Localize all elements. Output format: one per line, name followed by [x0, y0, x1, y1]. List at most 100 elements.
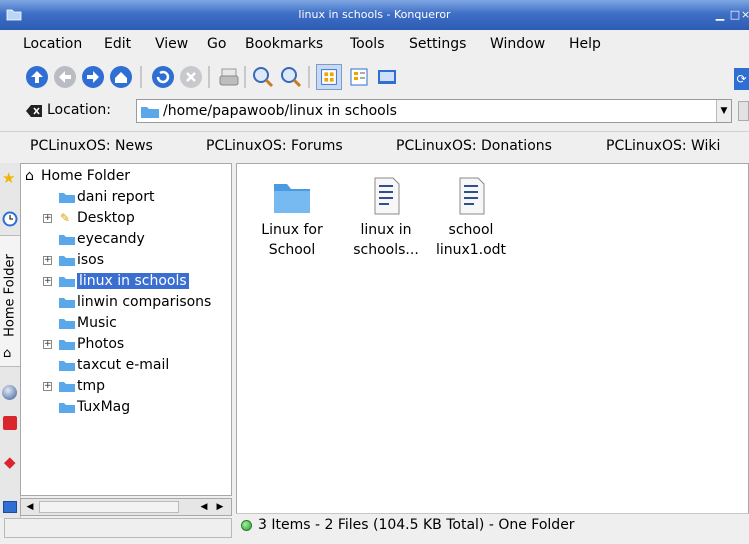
location-input[interactable]: /home/papawoob/linux in schools ▼: [136, 99, 732, 123]
folder-open-icon: [59, 277, 75, 287]
zoom-in-icon[interactable]: [250, 64, 276, 90]
desktop-icon: ✎: [60, 211, 71, 225]
tree-item-selected[interactable]: + linux in schools: [43, 271, 189, 292]
document-icon: [374, 177, 400, 215]
preview-icon[interactable]: [374, 64, 400, 90]
stop-icon[interactable]: [178, 64, 204, 90]
toolbar-separator: [308, 66, 310, 88]
location-bar: Location: /home/papawoob/linux in school…: [0, 96, 749, 128]
menu-go[interactable]: Go: [207, 36, 226, 52]
folder-icon: [59, 361, 75, 371]
toolbar-separator: [208, 66, 210, 88]
scroll-right-icon[interactable]: ▶: [213, 500, 227, 514]
folder-icon: [59, 319, 75, 329]
folder-icon: [59, 340, 75, 350]
toolbar-separator: [140, 66, 142, 88]
tree-item[interactable]: taxcut e-mail: [59, 355, 169, 376]
up-arrow-icon[interactable]: [24, 64, 50, 90]
folder-tree[interactable]: ⌂ Home Folder dani report + ✎ Desktop ey…: [20, 163, 232, 496]
scroll-left-icon[interactable]: ◀: [197, 500, 211, 514]
menu-help[interactable]: Help: [569, 36, 601, 52]
document-icon: [459, 177, 485, 215]
location-label: Location:: [47, 102, 111, 118]
bookmark-donations[interactable]: PCLinuxOS: Donations: [396, 138, 552, 154]
tab-home-folder-label: Home Folder: [2, 254, 18, 337]
go-button[interactable]: [738, 101, 749, 121]
tab-home-folder[interactable]: Home Folder ⌂: [0, 235, 20, 367]
network-icon[interactable]: [2, 385, 17, 400]
folder-icon: [59, 193, 75, 203]
home-icon: ⌂: [3, 346, 12, 361]
bookmarks-star-icon[interactable]: ★: [2, 169, 15, 187]
menu-window[interactable]: Window: [490, 36, 545, 52]
status-text: 3 Items - 2 Files (104.5 KB Total) - One…: [258, 517, 575, 533]
folder-icon: [141, 107, 159, 118]
title-bar[interactable]: linux in schools - Konqueror ▁ □ ×: [0, 0, 749, 30]
expand-plus-icon[interactable]: +: [43, 340, 52, 349]
reload-icon[interactable]: [150, 64, 176, 90]
tree-item[interactable]: linwin comparisons: [59, 292, 211, 313]
services-icon[interactable]: [3, 416, 17, 430]
home-icon: ⌂: [25, 168, 34, 184]
folder-icon: [59, 235, 75, 245]
file-item-document[interactable]: school linux1.odt: [429, 176, 513, 260]
file-view[interactable]: Linux for School linux in schools... sch…: [236, 163, 749, 535]
forward-arrow-icon[interactable]: [80, 64, 106, 90]
tree-item[interactable]: + ✎ Desktop: [43, 208, 135, 229]
expand-plus-icon[interactable]: +: [43, 214, 52, 223]
folder-icon: [274, 184, 310, 213]
file-item-document[interactable]: linux in schools...: [344, 176, 428, 260]
menu-settings[interactable]: Settings: [409, 36, 466, 52]
tree-item[interactable]: eyecandy: [59, 229, 145, 250]
minimize-icon[interactable]: ▁: [713, 8, 727, 21]
history-clock-icon[interactable]: [2, 211, 18, 227]
scrollbar-thumb[interactable]: [39, 501, 179, 513]
tree-item[interactable]: + isos: [43, 250, 104, 271]
menu-location[interactable]: Location: [23, 36, 82, 52]
menu-bar: Location Edit View Go Bookmarks Tools Se…: [0, 31, 749, 59]
tree-item[interactable]: dani report: [59, 187, 154, 208]
tree-item[interactable]: + Photos: [43, 334, 124, 355]
menu-view[interactable]: View: [155, 36, 188, 52]
expand-plus-icon[interactable]: +: [43, 256, 52, 265]
tree-item[interactable]: TuxMag: [59, 397, 130, 418]
sidebar-config-icon[interactable]: [3, 501, 17, 513]
home-icon[interactable]: [108, 64, 134, 90]
location-dropdown-chevron-down-icon[interactable]: ▼: [716, 100, 731, 122]
window-title: linux in schools - Konqueror: [298, 8, 451, 21]
detail-view-icon[interactable]: [346, 64, 372, 90]
maximize-icon[interactable]: □: [728, 8, 742, 21]
toolbar-separator: [244, 66, 246, 88]
folder-icon: [59, 256, 75, 266]
menu-bookmarks[interactable]: Bookmarks: [245, 36, 323, 52]
menu-edit[interactable]: Edit: [104, 36, 131, 52]
menu-tools[interactable]: Tools: [350, 36, 385, 52]
folder-icon: [59, 403, 75, 413]
expand-plus-icon[interactable]: +: [43, 382, 52, 391]
tree-item[interactable]: + tmp: [43, 376, 105, 397]
tree-horizontal-scrollbar[interactable]: ◀ ◀ ▶: [20, 498, 232, 516]
main-toolbar: ⟳: [0, 60, 749, 96]
expand-plus-icon[interactable]: +: [43, 277, 52, 286]
sidebar-status-area: [4, 518, 232, 538]
tree-item[interactable]: Music: [59, 313, 117, 334]
bookmark-news[interactable]: PCLinuxOS: News: [30, 138, 153, 154]
close-icon[interactable]: ×: [741, 8, 749, 21]
file-item-folder[interactable]: Linux for School: [250, 176, 334, 260]
folder-icon: [59, 298, 75, 308]
konqueror-throbber-icon[interactable]: ⟳: [734, 68, 749, 90]
scroll-left-icon[interactable]: ◀: [23, 500, 37, 514]
tree-root[interactable]: ⌂ Home Folder: [23, 166, 130, 187]
sidebar-pin-icon[interactable]: ◆: [4, 453, 16, 471]
print-icon[interactable]: [216, 64, 242, 90]
clear-location-icon[interactable]: [26, 105, 42, 117]
folder-icon: [59, 382, 75, 392]
status-indicator-icon: [241, 520, 252, 531]
bookmark-forums[interactable]: PCLinuxOS: Forums: [206, 138, 343, 154]
bookmark-wiki[interactable]: PCLinuxOS: Wiki: [606, 138, 720, 154]
location-value: /home/papawoob/linux in schools: [163, 103, 397, 119]
back-arrow-icon[interactable]: [52, 64, 78, 90]
status-bar: 3 Items - 2 Files (104.5 KB Total) - One…: [236, 513, 749, 537]
icon-view-icon[interactable]: [316, 64, 342, 90]
zoom-out-icon[interactable]: [278, 64, 304, 90]
